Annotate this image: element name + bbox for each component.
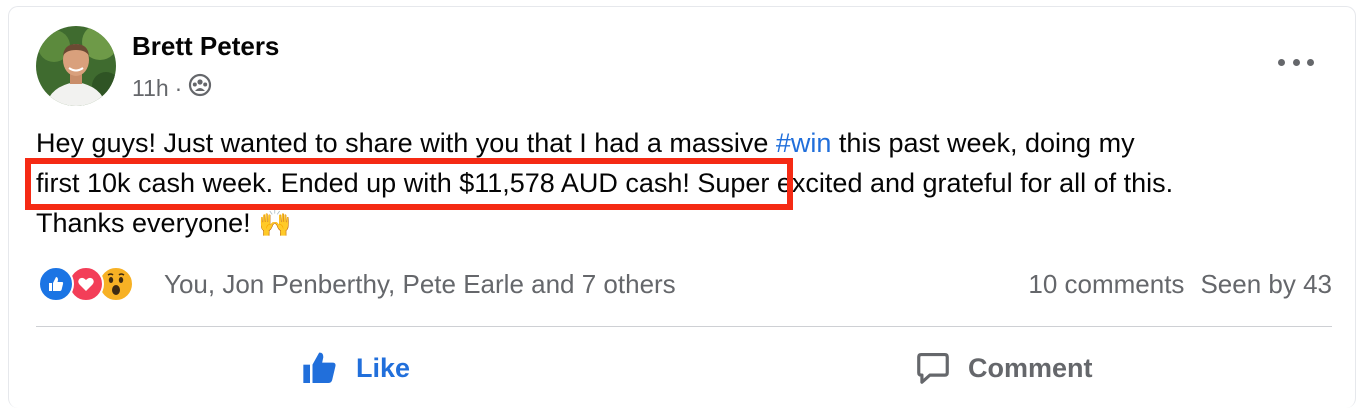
comment-button[interactable]: Comment <box>914 346 1093 390</box>
post-meta: 11h · <box>132 73 212 103</box>
avatar[interactable] <box>36 26 116 106</box>
like-button[interactable]: Like <box>300 346 410 390</box>
raising-hands-emoji: 🙌 <box>258 208 292 238</box>
thumbs-up-icon <box>303 352 336 383</box>
comment-label: Comment <box>968 352 1093 383</box>
like-reaction-icon <box>38 266 74 302</box>
reaction-names[interactable]: You, Jon Penberthy, Pete Earle and 7 oth… <box>164 266 676 302</box>
seen-count[interactable]: Seen by 43 <box>1200 266 1332 302</box>
post-card: Brett Peters 11h · Hey guys! Just wanted… <box>0 0 1358 408</box>
reaction-icons[interactable] <box>38 266 134 302</box>
more-options-button[interactable] <box>1278 50 1314 74</box>
author-name[interactable]: Brett Peters <box>132 31 279 62</box>
more-options-icon <box>1278 58 1285 66</box>
post-text: Hey guys! Just wanted to share with you … <box>36 123 1336 243</box>
comment-icon <box>917 352 949 384</box>
divider <box>36 326 1332 327</box>
post-text-line-3: Thanks everyone! 🙌 <box>36 208 292 238</box>
post-text-line-2: first 10k cash week. Ended up with $11,5… <box>36 168 1174 198</box>
post-text-line-1: Hey guys! Just wanted to share with you … <box>36 128 1135 158</box>
post-time[interactable]: 11h <box>132 75 169 102</box>
hashtag-link[interactable]: #win <box>776 128 832 158</box>
meta-separator: · <box>174 74 183 101</box>
group-icon <box>188 73 212 103</box>
like-label: Like <box>356 352 411 383</box>
post-stats: 10 comments Seen by 43 <box>1028 266 1332 302</box>
comments-count[interactable]: 10 comments <box>1028 266 1184 302</box>
